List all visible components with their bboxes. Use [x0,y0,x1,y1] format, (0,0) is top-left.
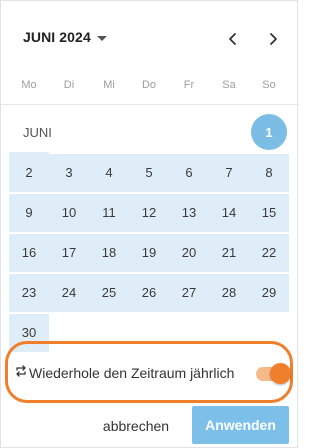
weekday-label: Mo [21,79,37,91]
day-cell[interactable]: 27 [169,272,209,312]
weekday-label: Do [141,79,157,91]
chevron-down-icon [96,35,107,41]
day-cell[interactable]: 25 [89,272,129,312]
weekday-header: Mo Di Mi Do Fr Sa So [9,77,289,93]
day-cell[interactable]: 28 [209,272,249,312]
day-number: 17 [61,244,77,260]
repeat-yearly-toggle[interactable] [256,363,291,384]
day-number: 1 [265,124,273,140]
day-number: 11 [102,204,116,220]
day-number: 9 [25,204,33,220]
day-cell[interactable]: 23 [9,272,49,312]
day-cell[interactable]: 17 [49,232,89,272]
chevron-right-icon [270,33,277,45]
day-cell[interactable]: 26 [129,272,169,312]
day-number: 23 [21,284,37,300]
day-cell[interactable]: 4 [89,152,129,192]
day-cell[interactable]: 20 [169,232,209,272]
day-cell[interactable]: 15 [249,192,289,232]
weekday-label: Fr [183,79,195,91]
calendar-grid: JUNI 1 2 3 4 5 6 7 8 9 10 11 12 13 14 15 16 17 18 19 20 21… [9,112,289,352]
month-year-label: JUNI 2024 [23,29,91,45]
day-number: 24 [61,284,77,300]
weekday-label: Mi [103,79,115,91]
dialog-footer: abbrechen Anwenden [1,405,299,445]
day-cell[interactable]: 21 [209,232,249,272]
day-number: 15 [261,204,277,220]
day-cell[interactable]: 3 [49,152,89,192]
next-month-button[interactable] [262,28,284,50]
day-number: 16 [21,244,37,260]
month-year-dropdown[interactable]: JUNI 2024 [23,29,107,45]
day-cell[interactable]: 14 [209,192,249,232]
day-number: 14 [221,204,237,220]
day-cell[interactable]: 10 [49,192,89,232]
day-cell[interactable]: 8 [249,152,289,192]
header-divider [1,104,299,105]
day-number: 2 [25,164,33,180]
weekday-label: So [262,79,276,91]
day-cell[interactable]: 6 [169,152,209,192]
day-number: 10 [61,204,77,220]
day-number: 4 [105,164,113,180]
day-cell[interactable]: 19 [129,232,169,272]
day-number: 13 [181,204,197,220]
day-cell[interactable]: 16 [9,232,49,272]
day-number: 30 [21,324,37,340]
day-number: 28 [221,284,237,300]
day-number: 27 [181,284,197,300]
day-cell[interactable]: 5 [129,152,169,192]
calendar-header: JUNI 2024 [1,25,299,53]
day-cell[interactable]: 2 [9,152,49,192]
repeat-yearly-label: Wiederhole den Zeitraum jährlich [29,365,235,381]
day-cell[interactable]: 24 [49,272,89,312]
day-cell[interactable]: 9 [9,192,49,232]
day-cell[interactable]: 12 [129,192,169,232]
chevron-left-icon [229,33,236,45]
cancel-button[interactable]: abbrechen [93,411,179,441]
day-number: 8 [265,164,273,180]
empty-cell [209,112,249,152]
day-number: 22 [261,244,277,260]
day-cell[interactable]: 18 [89,232,129,272]
toggle-knob [270,363,291,384]
apply-button[interactable]: Anwenden [192,406,289,444]
repeat-yearly-row: Wiederhole den Zeitraum jährlich [5,341,293,403]
day-number: 19 [141,244,157,260]
empty-cell [129,112,169,152]
day-number: 20 [181,244,197,260]
previous-month-button[interactable] [222,28,244,50]
day-cell[interactable]: 7 [209,152,249,192]
month-name-label: JUNI [9,112,129,152]
day-cell[interactable]: 11 [89,192,129,232]
day-number: 12 [141,204,157,220]
date-range-picker: JUNI 2024 Mo Di Mi Do Fr Sa So JUNI 1 2 … [0,0,299,448]
empty-cell [169,112,209,152]
day-number: 21 [221,244,237,260]
day-cell[interactable]: 29 [249,272,289,312]
day-number: 6 [185,164,193,180]
day-cell-selected[interactable]: 1 [249,112,289,152]
day-number: 7 [225,164,233,180]
day-number: 29 [261,284,277,300]
day-cell[interactable]: 13 [169,192,209,232]
weekday-label: Di [63,79,75,91]
day-number: 25 [101,284,117,300]
weekday-label: Sa [222,79,236,91]
repeat-icon [16,365,26,377]
day-cell[interactable]: 22 [249,232,289,272]
day-number: 26 [141,284,157,300]
day-number: 3 [65,164,73,180]
day-number: 5 [145,164,153,180]
day-number: 18 [101,244,117,260]
